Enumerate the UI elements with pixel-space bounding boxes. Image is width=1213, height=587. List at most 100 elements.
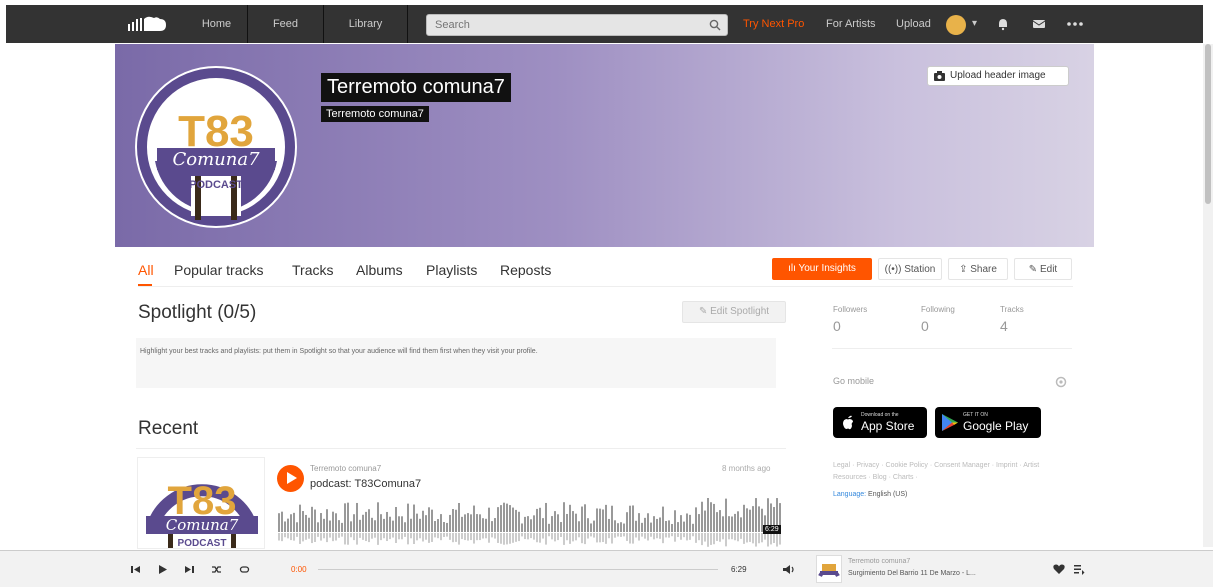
waveform-bar [404, 522, 406, 532]
waveform-reflection-bar [374, 533, 376, 538]
waveform-bar [494, 518, 496, 532]
waveform-bar [371, 517, 373, 532]
player-artwork[interactable] [816, 555, 842, 583]
waveform-reflection-bar [497, 533, 499, 543]
track-title[interactable]: podcast: T83Comuna7 [310, 478, 421, 490]
google-play-badge[interactable]: GET IT ON Google Play [935, 407, 1041, 438]
waveform-reflection-bar [605, 533, 607, 544]
edit-button[interactable]: ✎ Edit [1014, 258, 1072, 280]
volume-icon[interactable] [782, 563, 795, 576]
messages-icon[interactable] [1032, 17, 1046, 31]
track-art-text-podcast: PODCAST [178, 538, 227, 549]
waveform-bar [296, 522, 298, 532]
language-selector[interactable]: Language: English (US) [833, 491, 907, 498]
player-track-title[interactable]: Surgimiento Del Barrio 11 De Marzo - L..… [848, 570, 976, 577]
tracks-count[interactable]: 4 [1000, 318, 1008, 334]
try-next-pro-link[interactable]: Try Next Pro [743, 5, 804, 43]
waveform-bar [293, 512, 295, 532]
play-button[interactable] [277, 465, 304, 492]
waveform-bar [458, 502, 460, 532]
station-button[interactable]: ((•)) Station [878, 258, 942, 280]
waveform-reflection-bar [338, 533, 340, 538]
waveform-reflection-bar [335, 533, 337, 541]
waveform-bar [755, 498, 757, 532]
next-up-queue-icon[interactable] [1073, 563, 1085, 575]
legal-links[interactable]: Legal · Privacy · Cookie Policy · Consen… [833, 460, 1068, 484]
tab-playlists[interactable]: Playlists [426, 262, 477, 278]
tab-tracks[interactable]: Tracks [292, 262, 333, 278]
heart-icon[interactable] [1053, 563, 1065, 575]
waveform-bar [716, 512, 718, 532]
following-count[interactable]: 0 [921, 318, 929, 334]
waveform-bar [692, 523, 694, 532]
tab-popular-tracks[interactable]: Popular tracks [174, 262, 263, 278]
nav-library[interactable]: Library [324, 5, 408, 43]
waveform-reflection-bar [557, 533, 559, 541]
waveform-bar [749, 509, 751, 532]
waveform-reflection-bar [623, 533, 625, 537]
waveform-bar [317, 522, 319, 532]
upload-header-image-button[interactable]: Upload header image [927, 66, 1069, 86]
waveform-reflection-bar [626, 533, 628, 541]
user-avatar[interactable] [946, 15, 966, 35]
track-artwork[interactable]: T83 Comuna7 PODCAST [137, 457, 265, 549]
profile-avatar[interactable]: T83 Comuna7 PODCAST [135, 66, 297, 228]
waveform-reflection-bar [704, 533, 706, 542]
search-icon[interactable] [709, 19, 721, 31]
your-insights-button[interactable]: ılı Your Insights [772, 258, 872, 280]
waveform-reflection-bar [758, 533, 760, 544]
tab-all[interactable]: All [138, 262, 154, 278]
nav-home[interactable]: Home [186, 5, 248, 43]
waveform-bar [467, 513, 469, 532]
more-icon[interactable] [1066, 17, 1084, 31]
next-icon[interactable] [184, 564, 195, 575]
waveform-bar [335, 513, 337, 532]
scrollbar-thumb[interactable] [1205, 44, 1211, 204]
tab-albums[interactable]: Albums [356, 262, 403, 278]
waveform-bar [449, 514, 451, 532]
for-artists-link[interactable]: For Artists [826, 5, 876, 43]
soundcloud-logo-icon[interactable] [126, 13, 172, 35]
waveform-bar [680, 515, 682, 532]
following-label[interactable]: Following [921, 305, 955, 314]
waveform-reflection-bar [770, 533, 772, 545]
bell-icon[interactable] [996, 17, 1010, 31]
nav-feed[interactable]: Feed [248, 5, 324, 43]
waveform-bar [488, 507, 490, 532]
followers-count[interactable]: 0 [833, 318, 841, 334]
player-username[interactable]: Terremoto comuna7 [848, 558, 910, 565]
upload-link[interactable]: Upload [896, 5, 931, 43]
waveform-bar [674, 510, 676, 532]
chevron-down-icon[interactable]: ▾ [972, 18, 977, 29]
waveform-bar [644, 517, 646, 532]
waveform-reflection-bar [389, 533, 391, 540]
track-art-text-comuna: Comuna7 [166, 516, 239, 534]
waveform-bar [743, 504, 745, 532]
track-username[interactable]: Terremoto comuna7 [310, 464, 381, 473]
station-label: Station [904, 264, 936, 275]
track-waveform[interactable] [278, 498, 786, 548]
repeat-icon[interactable] [239, 564, 250, 575]
progress-bar[interactable] [318, 569, 718, 570]
play-icon[interactable] [157, 564, 168, 575]
waveform-bar [611, 505, 613, 532]
tab-reposts[interactable]: Reposts [500, 262, 551, 278]
waveform-bar [569, 504, 571, 532]
followers-label[interactable]: Followers [833, 305, 867, 314]
shuffle-icon[interactable] [211, 564, 222, 575]
waveform-reflection-bar [509, 533, 511, 544]
app-store-badge[interactable]: Download on the App Store [833, 407, 927, 438]
edit-spotlight-button[interactable]: ✎ Edit Spotlight [682, 301, 786, 323]
waveform-bar [698, 514, 700, 532]
waveform-reflection-bar [287, 533, 289, 539]
tracks-label[interactable]: Tracks [1000, 305, 1024, 314]
waveform-reflection-bar [368, 533, 370, 543]
previous-icon[interactable] [130, 564, 141, 575]
spotlight-title: Spotlight (0/5) [138, 302, 257, 323]
search-input[interactable] [427, 15, 697, 35]
share-button[interactable]: ⇪ Share [948, 258, 1008, 280]
waveform-reflection-bar [359, 533, 361, 538]
gear-icon[interactable] [1055, 376, 1067, 388]
waveform-bar [710, 502, 712, 532]
waveform-reflection-bar [515, 533, 517, 542]
